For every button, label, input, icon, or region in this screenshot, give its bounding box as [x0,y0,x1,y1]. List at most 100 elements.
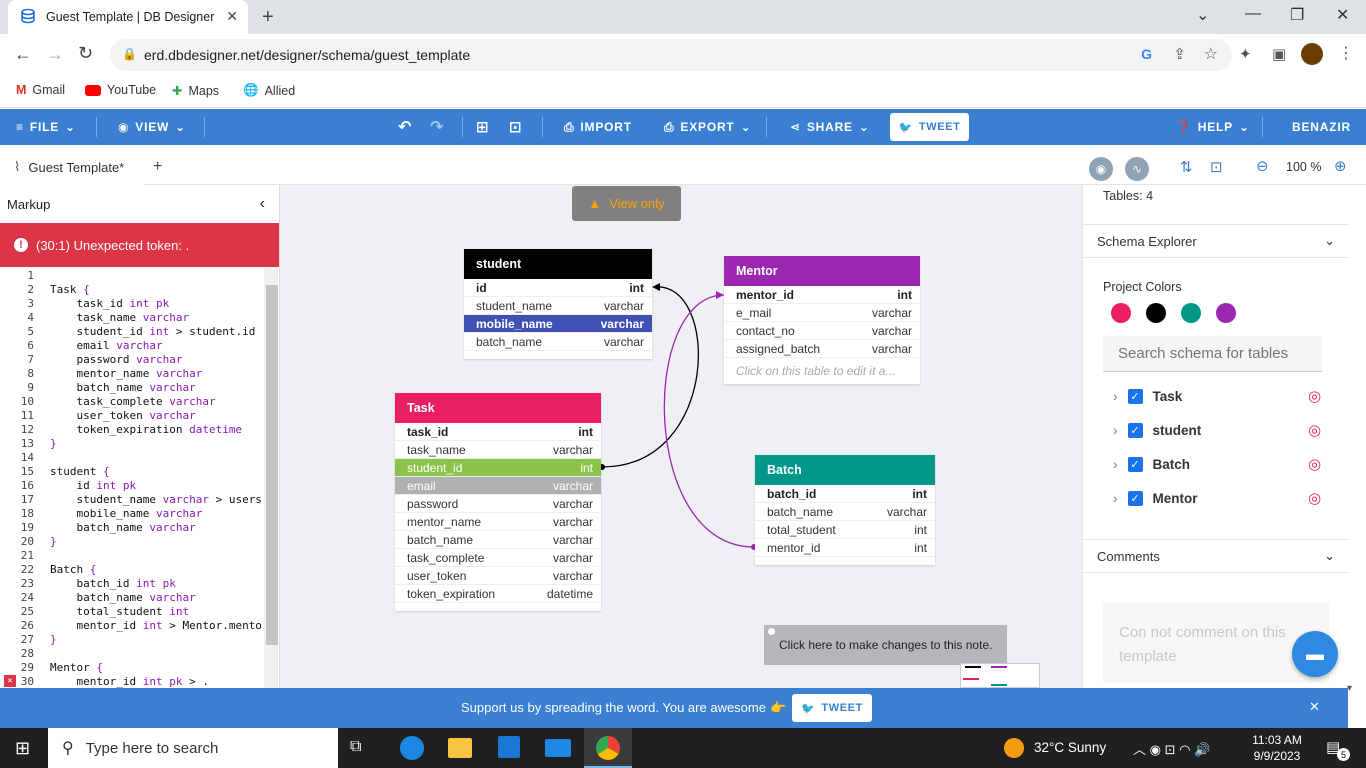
locate-icon[interactable]: ◎ [1308,387,1321,405]
table-field-row[interactable]: mentor_id int [724,286,920,304]
zoom-out-icon[interactable]: ⊖ [1256,157,1269,175]
mail-icon[interactable] [545,739,571,757]
chrome-taskbar-button[interactable] [584,728,632,768]
collapse-panel-icon[interactable]: ‹ [260,195,265,213]
table-mentor[interactable]: Mentor mentor_id int e_mail varchar contact_n… [724,256,920,384]
menu-icon[interactable]: ⋮ [1338,43,1354,63]
restore-icon[interactable]: ❐ [1290,5,1304,25]
table-header[interactable]: student [464,249,652,279]
store-icon[interactable] [498,736,520,758]
table-header[interactable]: Batch [755,455,935,485]
bookmark-allied[interactable]: 🌐 Allied [243,83,295,98]
view-menu[interactable]: ◉ VIEW ⌄ [118,109,186,145]
chevron-right-icon[interactable]: › [1113,423,1118,438]
code-editor[interactable]: 1 2 Task {3 task_id int pk 4 task_name varc… [0,267,264,688]
bookmark-youtube[interactable]: YouTube [85,83,156,97]
tab-search-icon[interactable]: ⌄ [1196,5,1209,25]
reload-icon[interactable]: ↻ [78,43,93,64]
windows-start-icon[interactable]: ⊞ [15,738,30,759]
share-menu[interactable]: ⋖ SHARE ⌄ [790,109,870,145]
chat-icon[interactable]: ▬ [1292,631,1338,677]
schema-tree-item[interactable]: › ✓ Task ◎ [1113,385,1323,407]
table-field-row[interactable]: batch_id int [755,485,935,503]
chevron-right-icon[interactable]: › [1113,491,1118,506]
scroll-thumb[interactable] [266,285,278,645]
user-menu[interactable]: BENAZIR [1292,109,1351,145]
schema-tree-item[interactable]: › ✓ Batch ◎ [1113,453,1323,475]
undo-button[interactable]: ↶ [398,109,412,145]
document-tab[interactable]: ⌇ Guest Template* [0,151,144,185]
table-batch[interactable]: Batch batch_id int batch_name varchar total_s… [755,455,935,565]
minimap[interactable] [960,663,1040,688]
checkbox[interactable]: ✓ [1127,422,1143,438]
color-swatch-teal[interactable] [1181,303,1201,323]
task-view-icon[interactable]: ⧉ [350,738,361,756]
locate-icon[interactable]: ◎ [1308,421,1321,439]
checkbox[interactable]: ✓ [1127,388,1143,404]
table-task[interactable]: Task task_id int task_name varchar student_id… [395,393,601,611]
close-tab-icon[interactable]: ✕ [226,8,238,25]
zoom-in-icon[interactable]: ⊕ [1334,157,1347,175]
browser-tab[interactable]: Guest Template | DB Designer ✕ [8,0,248,34]
table-field-row[interactable]: email varchar [395,477,601,495]
table-student[interactable]: student id int student_name varchar mobile_na… [464,249,652,359]
table-field-row[interactable]: e_mail varchar [724,304,920,322]
bookmark-gmail[interactable]: M Gmail [16,83,65,97]
table-field-row[interactable]: task_id int [395,423,601,441]
import-button[interactable]: ⎙ IMPORT [564,109,632,145]
table-header[interactable]: Task [395,393,601,423]
google-icon[interactable]: G [1141,46,1152,62]
chevron-right-icon[interactable]: › [1113,457,1118,472]
table-field-row[interactable]: contact_no varchar [724,322,920,340]
extensions-icon[interactable]: ✦ [1239,45,1252,63]
checkbox[interactable]: ✓ [1127,490,1143,506]
locate-icon[interactable]: ◎ [1308,455,1321,473]
locate-icon[interactable]: ◎ [1308,489,1321,507]
table-header[interactable]: Mentor [724,256,920,286]
table-field-row[interactable]: mentor_id int [755,539,935,557]
fit-screen-icon[interactable]: ⊡ [1210,158,1223,176]
side-panel-icon[interactable]: ▣ [1272,45,1286,63]
edge-icon[interactable] [400,736,424,760]
color-swatch-purple[interactable] [1216,303,1236,323]
forward-icon[interactable]: → [46,44,64,65]
file-menu[interactable]: ≡ FILE ⌄ [16,109,76,145]
comments-header[interactable]: Comments ⌄ [1083,539,1349,573]
relation-style-icon[interactable]: ∿ [1125,157,1149,181]
star-icon[interactable]: ☆ [1204,44,1218,64]
redo-button[interactable]: ↷ [430,109,444,145]
back-icon[interactable]: ← [14,44,32,65]
schema-tree-item[interactable]: › ✓ student ◎ [1113,419,1323,441]
avatar[interactable] [1301,43,1323,65]
close-banner-icon[interactable]: ✕ [1309,699,1320,715]
taskbar-search[interactable]: ⚲ Type here to search [48,728,338,768]
table-field-row[interactable]: batch_name varchar [395,531,601,549]
table-field-row[interactable]: user_token varchar [395,567,601,585]
clock-time[interactable]: 11:03 AM [1252,733,1302,747]
schema-tree-item[interactable]: › ✓ Mentor ◎ [1113,487,1323,509]
chevron-right-icon[interactable]: › [1113,389,1118,404]
export-menu[interactable]: ⎙ EXPORT ⌄ [664,109,751,145]
minimize-icon[interactable]: — [1245,5,1261,23]
schema-explorer-header[interactable]: Schema Explorer ⌄ [1083,224,1349,258]
bookmark-maps[interactable]: ✚ Maps [172,83,219,99]
editor-scrollbar[interactable] [264,267,278,688]
weather-text[interactable]: 32°C Sunny [1034,740,1106,755]
new-tab-icon[interactable]: + [262,6,274,29]
table-field-row[interactable]: batch_name varchar [755,503,935,521]
checkbox[interactable]: ✓ [1127,456,1143,472]
auto-arrange-icon[interactable]: ⇅ [1180,158,1193,176]
close-window-icon[interactable]: ✕ [1336,5,1349,25]
color-swatch-black[interactable] [1146,303,1166,323]
table-field-row[interactable]: task_complete varchar [395,549,601,567]
banner-tweet-button[interactable]: 🐦 TWEET [792,694,872,722]
clock-date[interactable]: 9/9/2023 [1252,749,1302,763]
tweet-button[interactable]: 🐦 TWEET [890,113,969,141]
color-swatch-pink[interactable] [1111,303,1131,323]
table-field-row[interactable]: token_expiration datetime [395,585,601,603]
preview-eye-icon[interactable]: ◉ [1089,157,1113,181]
table-field-row[interactable]: total_student int [755,521,935,539]
note-handle[interactable] [768,628,775,635]
add-table-button[interactable]: ⊞ [476,109,489,145]
table-field-row[interactable]: student_name varchar [464,297,652,315]
